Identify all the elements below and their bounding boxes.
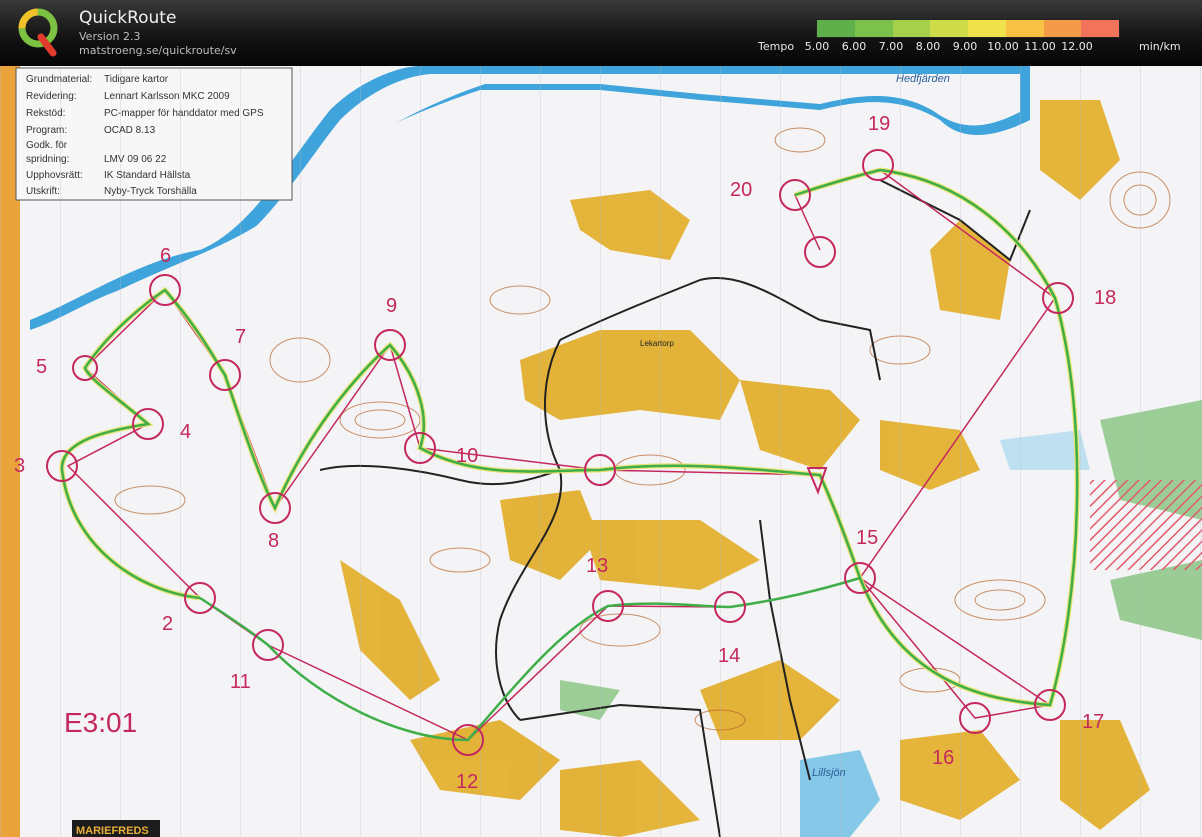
tempo-swatch (1005, 20, 1044, 37)
tempo-swatch (1081, 20, 1119, 37)
app-url-link[interactable]: matstroeng.se/quickroute/sv (79, 44, 237, 57)
info-value: PC-mapper för handdator med GPS (104, 108, 264, 119)
control-number-5: 5 (36, 356, 47, 378)
info-label: Revidering: (26, 91, 77, 102)
control-number-18: 18 (1094, 287, 1116, 309)
info-value: LMV 09 06 22 (104, 154, 167, 165)
control-number-14: 14 (718, 645, 740, 667)
tempo-swatch (1043, 20, 1082, 37)
control-number-12: 12 (456, 771, 478, 793)
tempo-unit: min/km (1139, 40, 1181, 53)
tempo-tick: 7.00 (878, 40, 904, 53)
control-number-9: 9 (386, 295, 397, 317)
control-number-2: 2 (162, 613, 173, 635)
tempo-tick: 11.00 (1024, 40, 1056, 53)
control-number-7: 7 (235, 326, 246, 348)
control-number-17: 17 (1082, 711, 1104, 733)
info-label: Utskrift: (26, 186, 60, 197)
control-number-20: 20 (730, 179, 752, 201)
info-label: Upphovsrätt: (26, 170, 83, 181)
tempo-tick: 8.00 (915, 40, 941, 53)
control-number-13: 13 (586, 555, 608, 577)
control-number-10: 10 (456, 445, 478, 467)
course-code: E3:01 (64, 707, 137, 738)
control-number-15: 15 (856, 527, 878, 549)
tempo-tick: 5.00 (804, 40, 830, 53)
app-version: Version 2.3 (79, 30, 141, 43)
tempo-tick: 12.00 (1061, 40, 1093, 53)
tempo-swatch (854, 20, 893, 37)
tempo-swatch (892, 20, 931, 37)
control-number-6: 6 (160, 245, 171, 267)
map-grid-lines (0, 66, 1202, 837)
info-label: Program: (26, 125, 67, 136)
info-label: Rekstöd: (26, 108, 65, 119)
info-value: Nyby-Tryck Torshälla (104, 186, 197, 197)
info-label: Grundmaterial: (26, 74, 92, 85)
tempo-color-scale (816, 19, 1120, 38)
quickroute-logo-icon (18, 8, 58, 57)
app-title: QuickRoute (79, 8, 177, 28)
bottom-logo: MARIEFREDS (76, 825, 149, 837)
tempo-swatch (817, 20, 855, 37)
place-name-lekartorp: Lekartorp (640, 339, 674, 348)
place-name-lillsjon: Lillsjön (812, 767, 846, 779)
tempo-swatch (968, 20, 1006, 37)
control-number-16: 16 (932, 747, 954, 769)
control-number-4: 4 (180, 421, 191, 443)
tempo-swatch (930, 20, 968, 37)
info-value: Tidigare kartor (104, 74, 169, 85)
map-canvas[interactable]: Grundmaterial: Tidigare kartor Reviderin… (0, 66, 1202, 837)
info-label: Godk. för (26, 140, 68, 151)
tempo-label: Tempo (758, 40, 795, 53)
info-label: spridning: (26, 154, 69, 165)
info-value: OCAD 8.13 (104, 125, 156, 136)
control-number-11: 11 (230, 671, 251, 693)
control-number-3: 3 (14, 455, 25, 477)
tempo-tick: 6.00 (841, 40, 867, 53)
control-number-8: 8 (268, 530, 279, 552)
info-value: IK Standard Hällsta (104, 170, 191, 181)
title-bar: QuickRoute Version 2.3 matstroeng.se/qui… (0, 0, 1202, 66)
info-value: Lennart Karlsson MKC 2009 (104, 91, 230, 102)
control-number-19: 19 (868, 113, 890, 135)
tempo-tick: 10.00 (987, 40, 1019, 53)
place-name-hedfjarden: Hedfjärden (896, 73, 950, 85)
tempo-tick: 9.00 (952, 40, 978, 53)
